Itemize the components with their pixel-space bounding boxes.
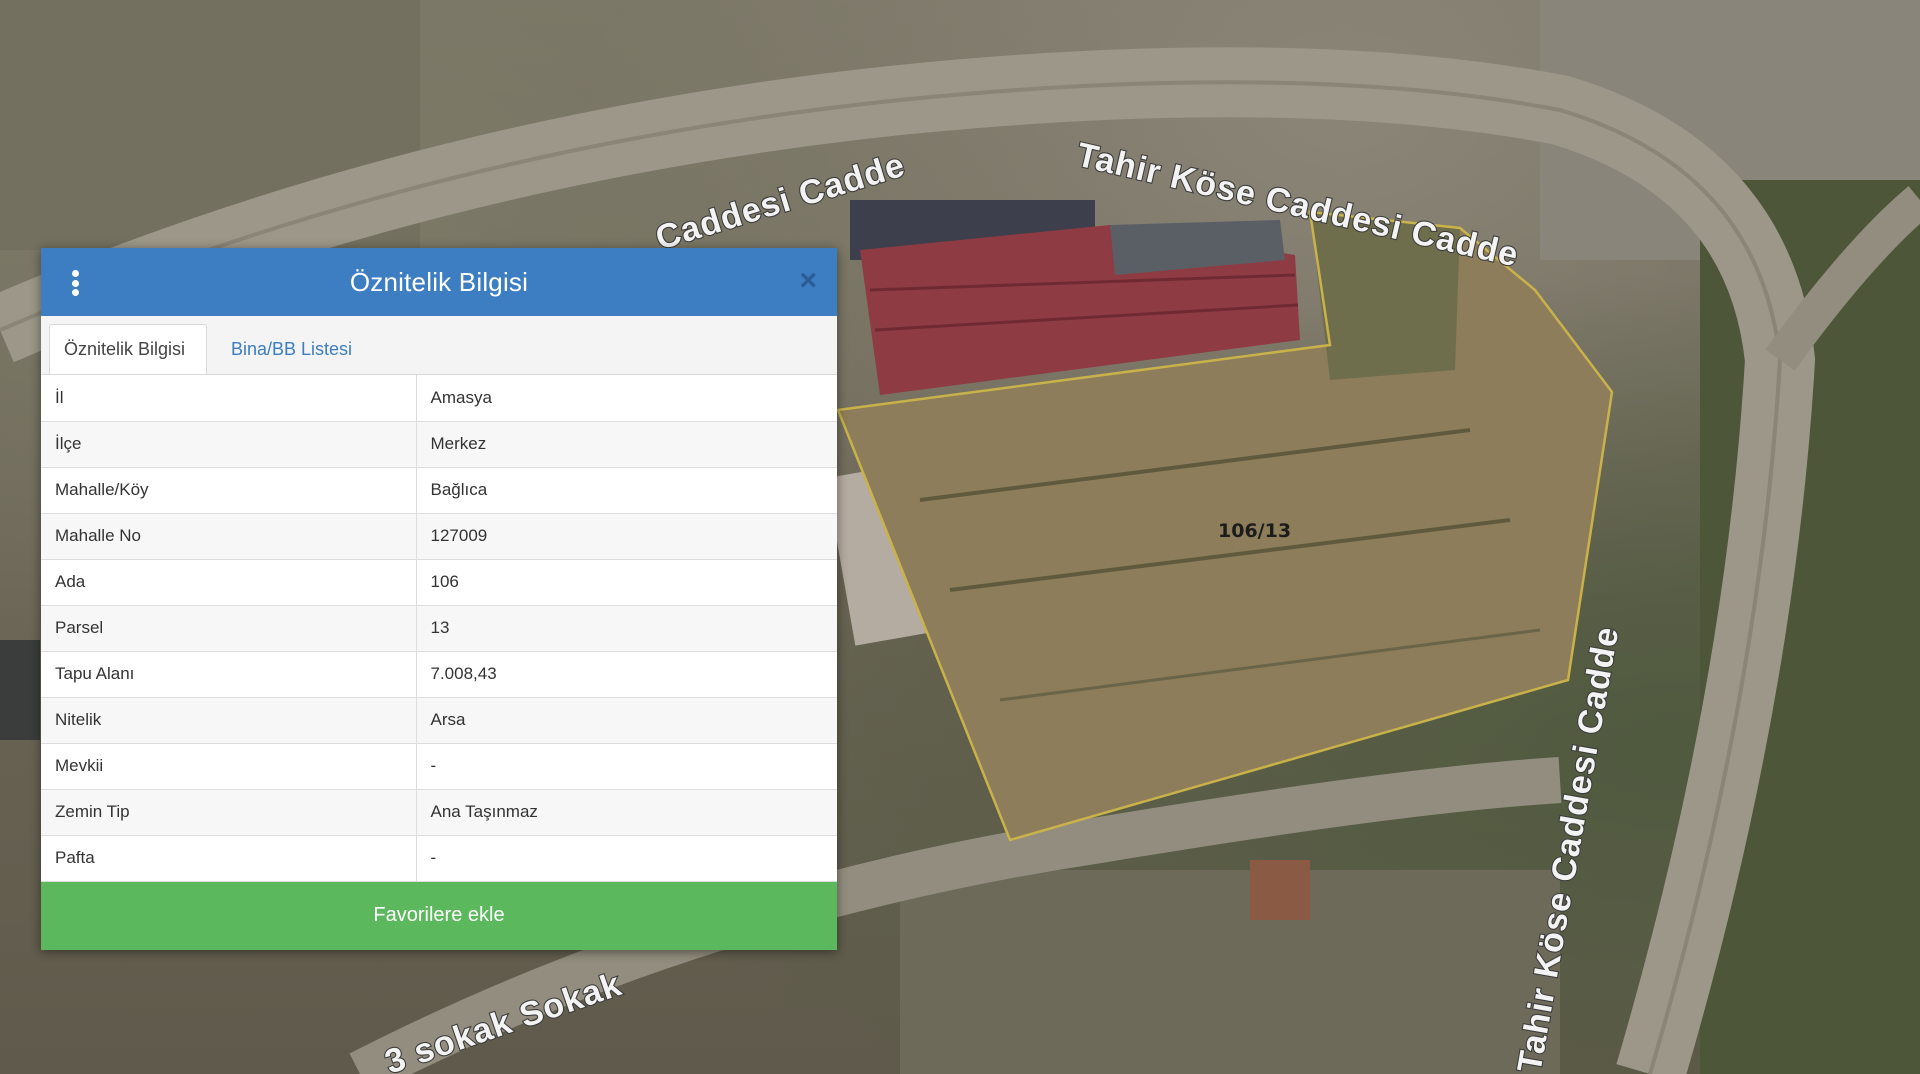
attribute-value: 106 [416, 559, 837, 606]
table-row: Tapu Alanı 7.008,43 [41, 651, 837, 698]
table-row: Parsel 13 [41, 605, 837, 652]
map-area-south-field [900, 870, 1560, 1074]
table-row: İl Amasya [41, 375, 837, 422]
attribute-value: Amasya [416, 375, 837, 422]
attribute-table: İl Amasya İlçe Merkez Mahalle/Köy Bağlıca Maha… [41, 375, 837, 882]
panel-header: Öznitelik Bilgisi × [41, 248, 837, 316]
attribute-key: Ada [41, 559, 417, 606]
table-row: Mahalle/Köy Bağlıca [41, 467, 837, 514]
attribute-value: 7.008,43 [416, 651, 837, 698]
table-row: Mevkii - [41, 743, 837, 790]
attribute-key: Nitelik [41, 697, 417, 744]
attribute-key: Mahalle/Köy [41, 467, 417, 514]
tab-attribute-info[interactable]: Öznitelik Bilgisi [49, 324, 207, 374]
table-row: Zemin Tip Ana Taşınmaz [41, 789, 837, 836]
table-row: Ada 106 [41, 559, 837, 606]
attribute-value: Arsa [416, 697, 837, 744]
table-row: İlçe Merkez [41, 421, 837, 468]
attribute-key: Pafta [41, 835, 417, 882]
attribute-key: İl [41, 375, 417, 422]
close-icon[interactable]: × [799, 266, 817, 296]
panel-title: Öznitelik Bilgisi [349, 266, 529, 297]
parcel-number-label: 106/13 [1218, 520, 1291, 542]
attribute-value: Merkez [416, 421, 837, 468]
table-row: Pafta - [41, 835, 837, 882]
tab-building-list[interactable]: Bina/BB Listesi [217, 324, 366, 374]
table-row: Nitelik Arsa [41, 697, 837, 744]
attribute-key: Tapu Alanı [41, 651, 417, 698]
attribute-value: Bağlıca [416, 467, 837, 514]
attribute-key: Zemin Tip [41, 789, 417, 836]
attribute-panel: Öznitelik Bilgisi × Öznitelik Bilgisi Bi… [41, 248, 837, 950]
attribute-value: 127009 [416, 513, 837, 560]
attribute-value: Ana Taşınmaz [416, 789, 837, 836]
attribute-value: 13 [416, 605, 837, 652]
map-area-west-road [0, 640, 40, 740]
attribute-key: İlçe [41, 421, 417, 468]
panel-tabs: Öznitelik Bilgisi Bina/BB Listesi [41, 316, 837, 375]
building-small-house [1250, 860, 1310, 920]
table-row: Mahalle No 127009 [41, 513, 837, 560]
attribute-key: Parsel [41, 605, 417, 652]
attribute-value: - [416, 835, 837, 882]
attribute-value: - [416, 743, 837, 790]
add-to-favorites-button[interactable]: Favorilere ekle [41, 881, 837, 950]
kebab-menu-icon[interactable] [71, 270, 79, 296]
attribute-key: Mahalle No [41, 513, 417, 560]
attribute-key: Mevkii [41, 743, 417, 790]
road-label-bottom: 3 sokak Sokak [380, 965, 626, 1074]
